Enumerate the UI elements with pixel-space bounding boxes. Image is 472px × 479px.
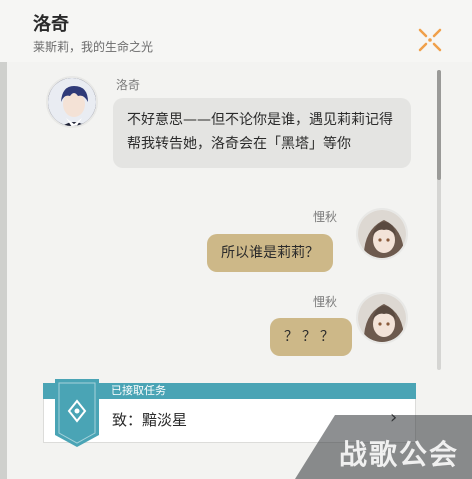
task-status-label: 已接取任务 [111,384,166,397]
task-emblem-icon [55,379,99,447]
avatar-contact [46,76,98,128]
watermark-text: 战歌公会 [339,438,460,471]
avatar-player [356,292,408,344]
close-icon [418,28,442,52]
contact-signature: 莱斯莉，我的生命之光 [33,40,154,54]
message-bubble: 所以谁是莉莉？ [207,234,333,272]
contact-name: 洛奇 [33,14,69,35]
sender-name: 洛奇 [116,78,141,92]
message-bubble: ？？？ [270,318,352,356]
scrollbar-thumb[interactable] [437,70,441,180]
message-bubble: 不好意思——但不论你是谁，遇见莉莉记得帮我转告她，洛奇会在「黑塔」等你 [113,98,411,168]
sender-name: 悝秋 [313,295,338,309]
chat-scrollbar[interactable] [437,70,441,370]
chat-header: 洛奇 莱斯莉，我的生命之光 [0,0,472,62]
avatar-player [356,208,408,260]
watermark: 战歌公会 [295,415,472,479]
chat-messages: 洛奇 不好意思——但不论你是谁，遇见莉莉记得帮我转告她，洛奇会在「黑塔」等你 悝… [0,62,430,382]
chat-panel: 洛奇 莱斯莉，我的生命之光 洛奇 不好意思——但不论你是谁，遇见莉莉记得帮我转告… [0,0,472,479]
task-name: 致：黯淡星 [112,411,188,429]
close-button[interactable] [412,22,448,58]
sender-name: 悝秋 [313,210,338,224]
